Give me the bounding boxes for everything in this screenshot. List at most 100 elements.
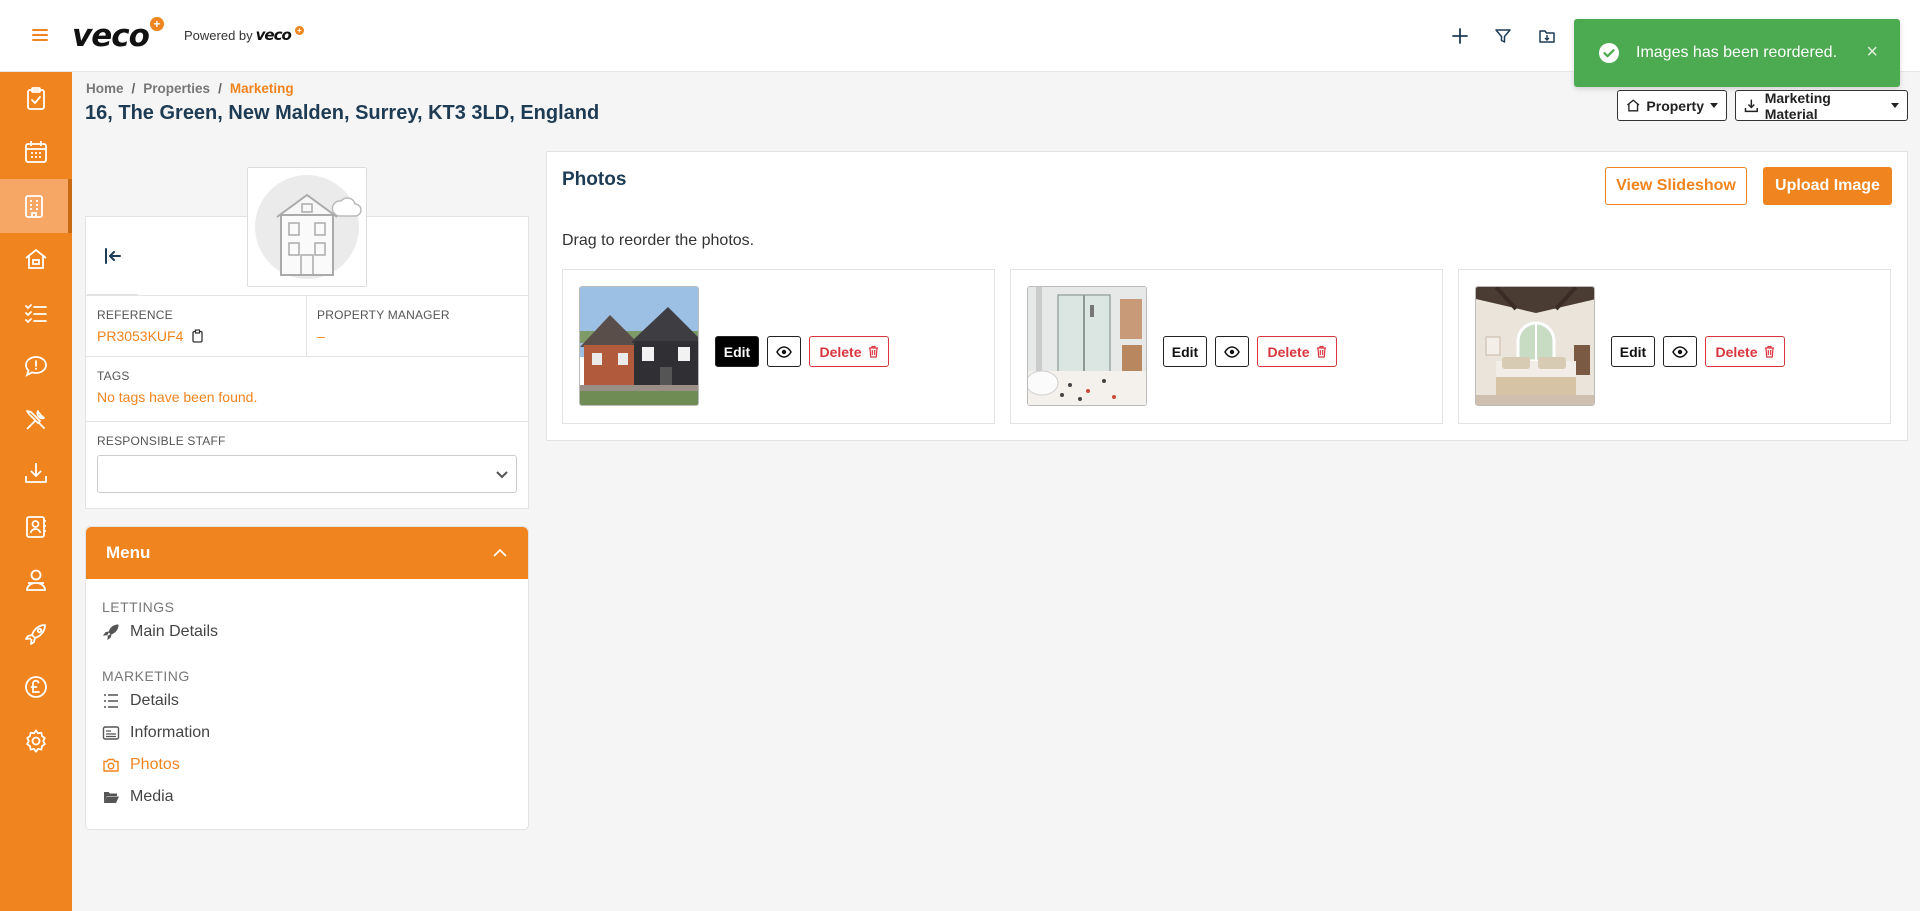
task-list-icon[interactable]: [0, 286, 72, 340]
breadcrumb-separator: /: [131, 81, 136, 96]
copy-icon[interactable]: [191, 329, 204, 343]
menu-item-photos[interactable]: Photos: [102, 756, 180, 774]
calendar-icon[interactable]: [0, 126, 72, 180]
collapse-panel-icon[interactable]: [87, 218, 138, 295]
id-card-icon: [102, 726, 120, 740]
home-icon: [1627, 99, 1640, 112]
view-photo-button[interactable]: [1663, 336, 1697, 367]
house-placeholder-icon: [255, 175, 362, 279]
photo-thumbnail-bedroom[interactable]: [1475, 286, 1595, 406]
contacts-icon[interactable]: [0, 500, 72, 554]
marketing-material-label: Marketing Material: [1764, 89, 1831, 122]
clipboard-check-icon[interactable]: [0, 72, 72, 126]
photo-card[interactable]: Edit Delete: [1010, 269, 1443, 424]
chevron-down-icon: [1710, 103, 1718, 108]
view-photo-button[interactable]: [1215, 336, 1249, 367]
download-tray-icon[interactable]: [0, 447, 72, 501]
edit-photo-button[interactable]: Edit: [1611, 336, 1655, 367]
photo-card[interactable]: Edit Delete: [562, 269, 995, 424]
property-info-row: REFERENCE PR3053KUF4 PROPERTY MANAGER –: [86, 295, 528, 356]
menu-item-details[interactable]: Details: [102, 692, 179, 710]
eye-icon: [1672, 345, 1688, 358]
property-manager-value: –: [317, 328, 325, 344]
edit-photo-button[interactable]: Edit: [715, 336, 759, 367]
menu-item-information[interactable]: Information: [102, 724, 210, 742]
check-circle-icon: [1599, 43, 1619, 63]
veco-logo[interactable]: veco +: [72, 14, 164, 58]
folder-download-icon[interactable]: [1530, 20, 1564, 52]
reference-field: REFERENCE PR3053KUF4: [86, 296, 307, 356]
menu-item-label: Details: [130, 692, 179, 709]
property-dropdown[interactable]: Property: [1617, 90, 1727, 121]
breadcrumb-home[interactable]: Home: [86, 81, 124, 96]
powered-by: Powered by veco +: [184, 25, 304, 44]
menu-title: Menu: [106, 543, 151, 562]
photo-card[interactable]: Edit Delete: [1458, 269, 1891, 424]
reference-label: REFERENCE: [97, 308, 173, 322]
user-icon[interactable]: [0, 554, 72, 608]
building-icon[interactable]: [0, 179, 72, 233]
breadcrumb-separator: /: [218, 81, 222, 96]
menu-card: Menu LETTINGS Main Details MARKETING Det…: [85, 526, 529, 830]
sidebar: [0, 72, 72, 911]
eye-icon: [1224, 345, 1240, 358]
menu-item-media[interactable]: Media: [102, 788, 174, 806]
folder-open-icon: [103, 792, 119, 803]
menu-item-main-details[interactable]: Main Details: [102, 623, 218, 641]
menu-header[interactable]: Menu: [86, 527, 528, 579]
menu-section-marketing: MARKETING: [102, 668, 190, 684]
trash-icon: [1764, 345, 1774, 358]
photo-thumbnail-bathroom[interactable]: [1027, 286, 1147, 406]
toast-notification: Images has been reordered. ×: [1574, 19, 1900, 87]
delete-photo-label: Delete: [1715, 343, 1758, 360]
chat-icon[interactable]: [0, 340, 72, 394]
photos-panel: Photos Drag to reorder the photos. View …: [546, 151, 1908, 441]
tags-value: No tags have been found.: [97, 389, 258, 405]
list-icon: [104, 694, 118, 708]
delete-photo-button[interactable]: Delete: [1705, 336, 1785, 367]
responsible-staff-label: RESPONSIBLE STAFF: [97, 434, 226, 448]
tags-field: TAGS No tags have been found.: [86, 356, 528, 421]
settings-icon[interactable]: [0, 714, 72, 768]
rocket-icon[interactable]: [0, 607, 72, 661]
upload-image-button[interactable]: Upload Image: [1763, 167, 1892, 205]
hamburger-menu-icon[interactable]: [27, 22, 53, 48]
toast-message: Images has been reordered.: [1636, 44, 1838, 61]
delete-photo-button[interactable]: Delete: [809, 336, 889, 367]
menu-section-lettings: LETTINGS: [102, 599, 175, 615]
responsible-staff-select[interactable]: [97, 455, 517, 493]
tools-icon[interactable]: [0, 393, 72, 447]
marketing-material-dropdown[interactable]: Marketing Material: [1735, 89, 1908, 122]
toast-close-icon[interactable]: ×: [1866, 41, 1878, 64]
photo-thumbnail-exterior[interactable]: [579, 286, 699, 406]
menu-item-label: Photos: [130, 756, 180, 773]
pound-icon[interactable]: [0, 661, 72, 715]
filter-icon[interactable]: [1486, 20, 1520, 52]
view-photo-button[interactable]: [767, 336, 801, 367]
breadcrumb-marketing: Marketing: [229, 81, 294, 96]
home-icon[interactable]: [0, 233, 72, 287]
menu-item-label: Media: [130, 788, 174, 805]
tags-label: TAGS: [97, 369, 130, 383]
photos-hint: Drag to reorder the photos.: [562, 232, 755, 249]
view-slideshow-button[interactable]: View Slideshow: [1605, 167, 1747, 205]
edit-photo-button[interactable]: Edit: [1163, 336, 1207, 367]
page-title: 16, The Green, New Malden, Surrey, KT3 3…: [85, 102, 600, 124]
property-avatar: [247, 167, 367, 287]
chevron-up-icon[interactable]: [492, 545, 508, 561]
photos-title: Photos: [562, 169, 627, 190]
camera-icon: [103, 758, 119, 772]
property-manager-field: PROPERTY MANAGER –: [307, 296, 528, 356]
delete-photo-label: Delete: [819, 343, 862, 360]
property-dropdown-label: Property: [1646, 97, 1704, 114]
breadcrumb-properties[interactable]: Properties: [143, 81, 210, 96]
chevron-down-icon: [496, 471, 508, 479]
eye-icon: [776, 345, 792, 358]
delete-photo-button[interactable]: Delete: [1257, 336, 1337, 367]
delete-photo-label: Delete: [1267, 343, 1310, 360]
reference-value[interactable]: PR3053KUF4: [97, 328, 183, 344]
trash-icon: [868, 345, 878, 358]
rocket-icon: [102, 624, 119, 641]
plus-icon[interactable]: [1443, 20, 1477, 52]
property-manager-label: PROPERTY MANAGER: [317, 308, 450, 322]
